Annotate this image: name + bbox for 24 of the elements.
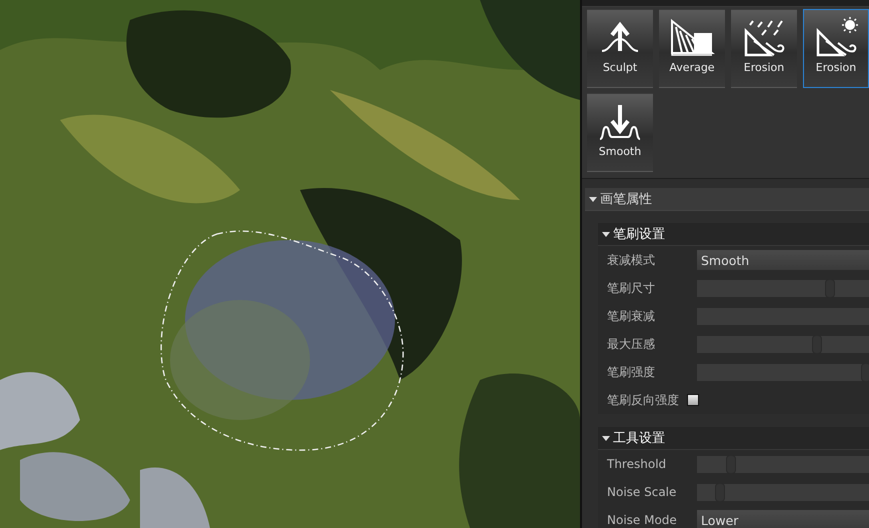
section-header[interactable]: 画笔属性: [585, 188, 869, 211]
field-label: Noise Scale: [607, 485, 678, 499]
group-header[interactable]: 笔刷设置: [598, 223, 869, 246]
group-header[interactable]: 工具设置: [598, 427, 869, 450]
field-label: 衰减模式: [607, 252, 656, 268]
field-label: 笔刷衰减: [607, 308, 656, 324]
field-label: Noise Mode: [607, 513, 678, 527]
field-label: 最大压感: [607, 336, 656, 352]
field-label: Threshold: [607, 457, 668, 471]
checkbox[interactable]: [687, 394, 699, 406]
tool-button[interactable]: Smooth: [587, 93, 653, 172]
dropdown[interactable]: Smooth: [697, 250, 869, 270]
field-label: 笔刷尺寸: [607, 280, 656, 296]
tool-button[interactable]: Average: [659, 9, 725, 88]
tool-button[interactable]: Sculpt: [587, 9, 653, 88]
expand-icon: [602, 436, 610, 440]
tool-button[interactable]: Erosion: [731, 9, 797, 88]
hatched-triangle-icon: [668, 17, 716, 57]
expand-icon: [589, 196, 597, 202]
expand-icon: [602, 232, 610, 236]
dropdown[interactable]: Lower: [697, 510, 869, 528]
tool-button[interactable]: Erosion: [803, 9, 869, 88]
field-label: 笔刷强度: [607, 364, 656, 380]
field-label: 笔刷反向强度: [607, 392, 679, 408]
